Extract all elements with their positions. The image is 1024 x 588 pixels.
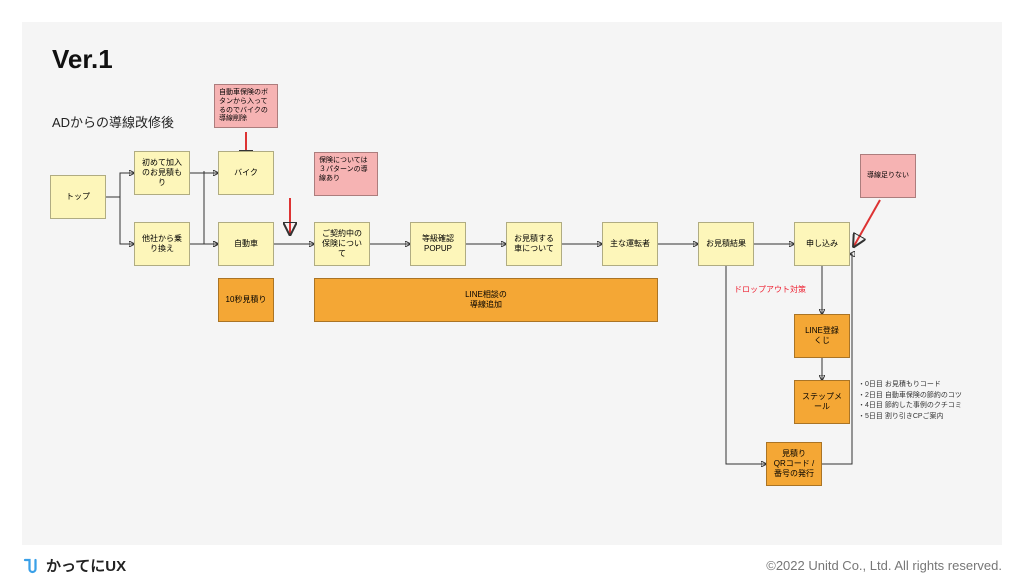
node-first-quote: 初めて加入のお見積もり xyxy=(134,151,190,195)
copyright: ©2022 Unitd Co., Ltd. All rights reserve… xyxy=(766,558,1002,573)
note-not-enough: 導線足りない xyxy=(860,154,916,198)
diagram-canvas: Ver.1 ADからの導線改修後 xyxy=(22,22,1002,545)
node-bike: バイク xyxy=(218,151,274,195)
node-main-driver: 主な運転者 xyxy=(602,222,658,266)
step-mail-bullets: ・0日目 お見積もりコード ・2日目 自動車保険の節約のコツ ・4日目 節約した… xyxy=(858,380,962,422)
node-qr-issue: 見積り QRコード / 番号の発行 xyxy=(766,442,822,486)
node-step-mail: ステップメール xyxy=(794,380,850,424)
node-line-add: LINE相談の 導線追加 xyxy=(314,278,658,322)
bullet-item: ・5日目 割り引きCPご案内 xyxy=(858,412,962,423)
dropout-label: ドロップアウト対策 xyxy=(734,284,806,295)
page-title: Ver.1 xyxy=(52,44,113,75)
page-subtitle: ADからの導線改修後 xyxy=(52,112,174,131)
slide: Ver.1 ADからの導線改修後 xyxy=(0,0,1024,588)
node-ten-sec: 10秒見積り xyxy=(218,278,274,322)
node-apply: 申し込み xyxy=(794,222,850,266)
note-three-pattern: 保険については３パターンの導線あり xyxy=(314,152,378,196)
node-car: 自動車 xyxy=(218,222,274,266)
bullet-item: ・0日目 お見積もりコード xyxy=(858,380,962,391)
footer: かってにUX ©2022 Unitd Co., Ltd. All rights … xyxy=(0,545,1024,588)
node-grade-popup: 等級確認POPUP xyxy=(410,222,466,266)
bullet-item: ・2日目 自動車保険の節約のコツ xyxy=(858,391,962,402)
brand-logo-icon xyxy=(22,557,40,575)
bullet-item: ・4日目 節約した事例のクチコミ xyxy=(858,401,962,412)
node-switch-other: 他社から乗り換え xyxy=(134,222,190,266)
brand-text: かってにUX xyxy=(46,555,126,576)
brand: かってにUX xyxy=(22,555,126,576)
node-contract-ins: ご契約中の保険について xyxy=(314,222,370,266)
note-bike-remove: 自動車保険のボタンから入ってるのでバイクの導線削除 xyxy=(214,84,278,128)
node-line-lottery: LINE登録 くじ xyxy=(794,314,850,358)
node-top: トップ xyxy=(50,175,106,219)
node-quote-car: お見積する車について xyxy=(506,222,562,266)
node-quote-result: お見積結果 xyxy=(698,222,754,266)
